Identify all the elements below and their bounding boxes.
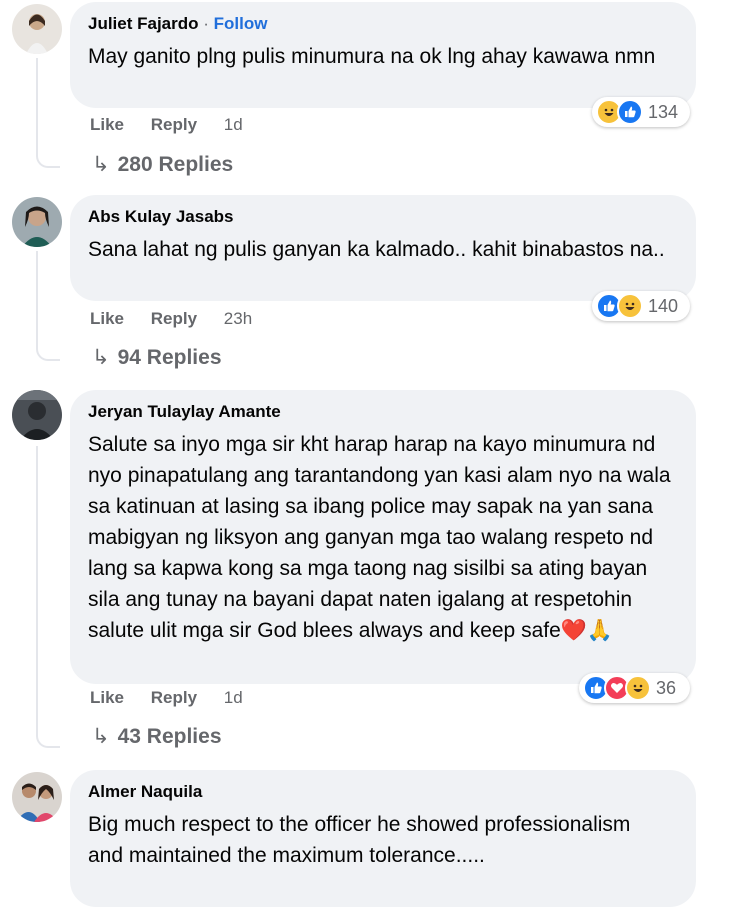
timestamp[interactable]: 1d: [224, 688, 243, 707]
thread-line: [36, 58, 60, 168]
haha-icon: [617, 293, 643, 319]
reaction-summary[interactable]: 134: [592, 97, 690, 127]
author-name[interactable]: Jeryan Tulaylay Amante: [88, 402, 281, 421]
comment-text: Big much respect to the officer he showe…: [88, 813, 631, 867]
comment-bubble: Jeryan Tulaylay Amante Salute sa inyo mg…: [70, 390, 696, 684]
reply-arrow-icon: ↳: [92, 346, 110, 369]
thread-line: [36, 251, 60, 361]
reply-button[interactable]: Reply: [151, 309, 197, 328]
author-name[interactable]: Abs Kulay Jasabs: [88, 207, 234, 226]
view-replies-button[interactable]: ↳ 43 Replies: [92, 724, 222, 749]
view-replies-button[interactable]: ↳ 94 Replies: [92, 345, 222, 370]
author-name[interactable]: Juliet Fajardo: [88, 14, 199, 33]
avatar[interactable]: [12, 772, 62, 822]
thread-line: [36, 446, 60, 748]
comment-bubble: Almer Naquila Big much respect to the of…: [70, 770, 696, 907]
comment-bubble: Juliet Fajardo · Follow May ganito plng …: [70, 2, 696, 108]
reaction-count: 36: [656, 677, 677, 698]
haha-icon: [625, 675, 651, 701]
like-icon: [617, 99, 643, 125]
like-button[interactable]: Like: [90, 115, 124, 134]
timestamp[interactable]: 23h: [224, 309, 252, 328]
reaction-summary[interactable]: 36: [579, 673, 690, 703]
separator-dot: ·: [203, 14, 214, 33]
comment-bubble: Abs Kulay Jasabs Sana lahat ng pulis gan…: [70, 195, 696, 301]
like-button[interactable]: Like: [90, 309, 124, 328]
reply-arrow-icon: ↳: [92, 725, 110, 748]
timestamp[interactable]: 1d: [224, 115, 243, 134]
replies-label: 43 Replies: [117, 725, 222, 748]
comment-actions: Like Reply 1d: [90, 115, 265, 135]
author-name[interactable]: Almer Naquila: [88, 782, 202, 801]
reaction-count: 134: [648, 101, 679, 122]
comment-actions: Like Reply 23h: [90, 309, 274, 329]
comment-text: May ganito plng pulis minumura na ok lng…: [88, 45, 656, 68]
reaction-summary[interactable]: 140: [592, 291, 690, 321]
replies-label: 94 Replies: [117, 346, 222, 369]
reply-arrow-icon: ↳: [92, 153, 110, 176]
comment-text: Sana lahat ng pulis ganyan ka kalmado.. …: [88, 238, 665, 261]
view-replies-button[interactable]: ↳ 280 Replies: [92, 152, 233, 177]
reply-button[interactable]: Reply: [151, 688, 197, 707]
comment-actions: Like Reply 1d: [90, 688, 265, 708]
follow-button[interactable]: Follow: [214, 14, 268, 33]
comment-text: Salute sa inyo mga sir kht harap harap n…: [88, 433, 671, 642]
replies-label: 280 Replies: [117, 153, 234, 176]
like-button[interactable]: Like: [90, 688, 124, 707]
reaction-count: 140: [648, 295, 679, 316]
avatar[interactable]: [12, 197, 62, 247]
avatar[interactable]: [12, 4, 62, 54]
avatar[interactable]: [12, 390, 62, 440]
reply-button[interactable]: Reply: [151, 115, 197, 134]
